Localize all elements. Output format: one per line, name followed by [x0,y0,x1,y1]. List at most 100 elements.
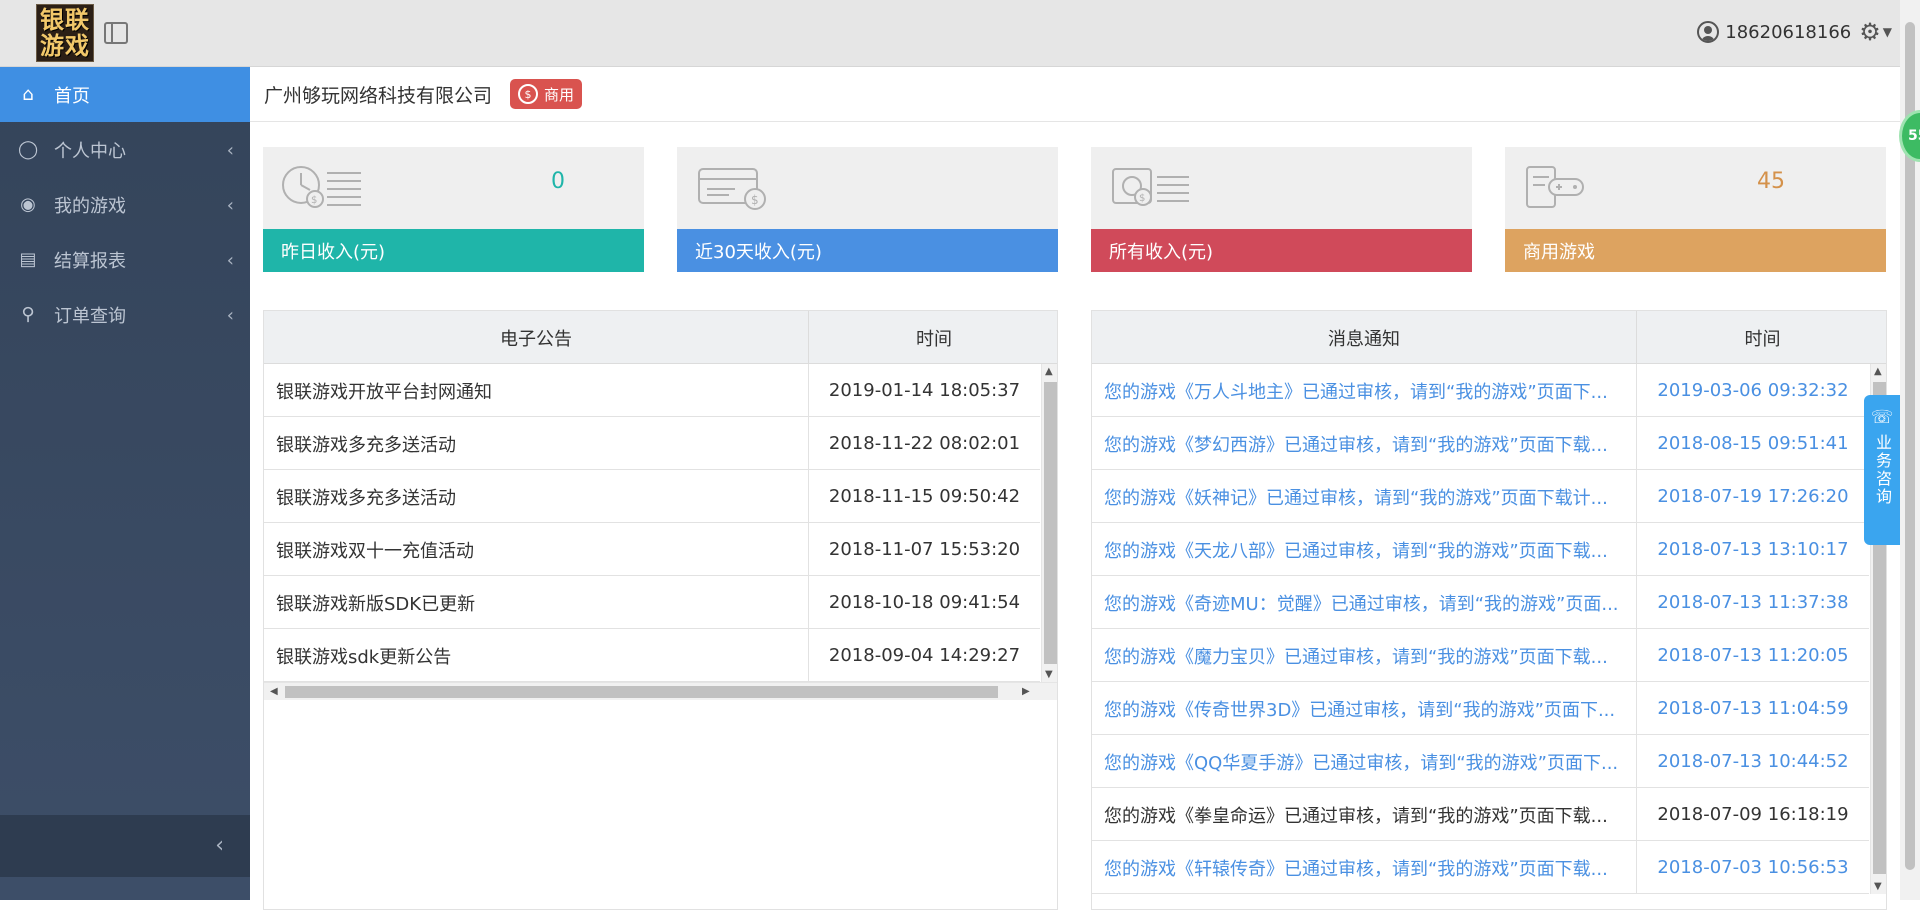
document-icon: ▤ [19,249,37,270]
stat-card-footer: 近30天收入(元) [677,229,1058,272]
message-title-link[interactable]: 您的游戏《万人斗地主》已通过审核，请到“我的游戏”页面下... [1092,364,1637,417]
svg-text:$: $ [751,193,759,207]
announcement-title[interactable]: 银联游戏新版SDK已更新 [264,576,809,629]
announcement-time: 2019-01-14 18:05:37 [828,380,1021,401]
stat-card-total-income[interactable]: $ 所有收入(元) [1091,147,1472,272]
table-row[interactable]: 您的游戏《万人斗地主》已通过审核，请到“我的游戏”页面下... 2019-03-… [1092,364,1869,417]
table-row[interactable]: 银联游戏多充多送活动 2018-11-15 09:50:42 [264,470,1040,523]
stat-card-yesterday-income[interactable]: $ 0 昨日收入(元) [263,147,644,272]
message-title-link[interactable]: 您的游戏《QQ华夏手游》已通过审核，请到“我的游戏”页面下... [1092,735,1637,788]
gamepad-icon: ◉ [20,194,36,215]
announcement-title[interactable]: 银联游戏sdk更新公告 [264,629,809,682]
stat-label: 商用游戏 [1523,241,1595,263]
message-panel: 消息通知 时间 您的游戏《万人斗地主》已通过审核，请到“我的游戏”页面下... … [1091,310,1887,910]
safe-money-icon: $ [1112,168,1189,206]
home-icon: ⌂ [22,84,34,105]
sidebar-item-label: 个人中心 [54,140,126,162]
announcement-title[interactable]: 银联游戏双十一充值活动 [264,523,809,576]
sidebar-item-order-query[interactable]: ⚲ 订单查询 ‹ [0,287,250,342]
floating-badge-number: 55 [1908,128,1920,144]
message-title-link[interactable]: 您的游戏《魔力宝贝》已通过审核，请到“我的游戏”页面下载... [1092,629,1637,682]
table-row[interactable]: 银联游戏sdk更新公告 2018-09-04 14:29:27 [264,629,1040,682]
top-bar: 银联 游戏 18620618166 ⚙ ▼ [0,0,1920,67]
stat-card-30day-income[interactable]: $ 近30天收入(元) [677,147,1058,272]
table-row[interactable]: 银联游戏开放平台封网通知 2019-01-14 18:05:37 [264,364,1040,417]
message-time: 2018-07-13 11:04:59 [1657,698,1849,719]
announcement-time: 2018-10-18 09:41:54 [828,592,1021,613]
message-time: 2019-03-06 09:32:32 [1657,380,1849,401]
table-row[interactable]: 您的游戏《梦幻西游》已通过审核，请到“我的游戏”页面下载... 2018-08-… [1092,417,1869,470]
brand-logo[interactable]: 银联 游戏 [36,4,94,62]
table-row[interactable]: 您的游戏《魔力宝贝》已通过审核，请到“我的游戏”页面下载... 2018-07-… [1092,629,1869,682]
table-row[interactable]: 您的游戏《QQ华夏手游》已通过审核，请到“我的游戏”页面下... 2018-07… [1092,735,1869,788]
business-consult-button[interactable]: ☏ 业务咨询 [1864,395,1900,545]
consult-label: 业务咨询 [1873,434,1892,506]
caret-down-icon[interactable]: ▼ [1883,25,1892,39]
scrollbar-thumb[interactable] [285,686,998,698]
table-row[interactable]: 您的游戏《奇迹MU：觉醒》已通过审核，请到“我的游戏”页面... 2018-07… [1092,576,1869,629]
message-title-link[interactable]: 您的游戏《奇迹MU：觉醒》已通过审核，请到“我的游戏”页面... [1092,576,1637,629]
announcement-title[interactable]: 银联游戏多充多送活动 [264,417,809,470]
table-row[interactable]: 您的游戏《天龙八部》已通过审核，请到“我的游戏”页面下载... 2018-07-… [1092,523,1869,576]
table-row[interactable]: 您的游戏《传奇世界3D》已通过审核，请到“我的游戏”页面下... 2018-07… [1092,682,1869,735]
badge-label: 商用 [544,85,575,104]
table-row[interactable]: 您的游戏《妖神记》已通过审核，请到“我的游戏”页面下载计... 2018-07-… [1092,470,1869,523]
column-header-announcement[interactable]: 电子公告 [264,311,809,364]
announcement-time: 2018-11-22 08:02:01 [828,433,1021,454]
sidebar-toggle-icon[interactable] [104,22,128,44]
stat-label: 所有收入(元) [1109,241,1214,263]
message-title-link[interactable]: 您的游戏《天龙八部》已通过审核，请到“我的游戏”页面下载... [1092,523,1637,576]
sidebar-item-personal-center[interactable]: ◯ 个人中心 ‹ [0,122,250,177]
announcement-title[interactable]: 银联游戏多充多送活动 [264,470,809,523]
user-icon: ◯ [18,139,39,160]
scroll-up-arrow-icon[interactable]: ▲ [1045,366,1053,377]
stat-card-commercial-games[interactable]: 45 商用游戏 [1505,147,1886,272]
search-icon: ⚲ [21,304,35,325]
column-header-message[interactable]: 消息通知 [1092,311,1637,364]
announcement-horizontal-scrollbar[interactable]: ◀ ▶ [264,682,1057,700]
sidebar-footer: ‹ [0,815,250,877]
stat-label: 昨日收入(元) [281,241,386,263]
message-time: 2018-07-09 16:18:19 [1657,804,1849,825]
table-row[interactable]: 银联游戏多充多送活动 2018-11-22 08:02:01 [264,417,1040,470]
user-menu[interactable]: 18620618166 ⚙ ▼ [1697,18,1892,46]
clock-money-icon: $ [282,166,361,208]
announcement-time: 2018-11-15 09:50:42 [828,486,1021,507]
sidebar-item-label: 订单查询 [54,305,126,327]
sidebar-item-home[interactable]: ⌂ 首页 [0,67,250,122]
announcement-vertical-scrollbar[interactable]: ▲ ▼ [1041,364,1057,682]
scroll-down-arrow-icon[interactable]: ▼ [1874,881,1882,892]
table-row[interactable]: 您的游戏《拳皇命运》已通过审核，请到“我的游戏”页面下载... 2018-07-… [1092,788,1869,841]
stat-card-footer: 昨日收入(元) [263,229,644,272]
scrollbar-thumb[interactable] [1044,382,1057,664]
table-row[interactable]: 您的游戏《轩辕传奇》已通过审核，请到“我的游戏”页面下载... 2018-07-… [1092,841,1869,894]
content-header: 广州够玩网络科技有限公司 $ 商用 [250,67,1900,122]
sidebar-item-label: 首页 [54,85,90,107]
gear-icon[interactable]: ⚙ [1859,20,1881,44]
message-title-link[interactable]: 您的游戏《传奇世界3D》已通过审核，请到“我的游戏”页面下... [1092,682,1637,735]
company-name: 广州够玩网络科技有限公司 [264,84,493,107]
sidebar-item-settlement-report[interactable]: ▤ 结算报表 ‹ [0,232,250,287]
message-time: 2018-08-15 09:51:41 [1657,433,1849,454]
message-time: 2018-07-19 17:26:20 [1657,486,1849,507]
message-title-link[interactable]: 您的游戏《拳皇命运》已通过审核，请到“我的游戏”页面下载... [1092,788,1637,841]
message-title-link[interactable]: 您的游戏《梦幻西游》已通过审核，请到“我的游戏”页面下载... [1092,417,1637,470]
scroll-right-arrow-icon[interactable]: ▶ [1022,686,1030,697]
column-header-time[interactable]: 时间 [1637,311,1886,364]
column-header-time[interactable]: 时间 [809,311,1057,364]
table-row[interactable]: 银联游戏新版SDK已更新 2018-10-18 09:41:54 [264,576,1040,629]
announcement-title[interactable]: 银联游戏开放平台封网通知 [264,364,809,417]
collapse-sidebar-icon[interactable]: ‹ [215,833,224,858]
sidebar-item-my-games[interactable]: ◉ 我的游戏 ‹ [0,177,250,232]
logo-text-top: 银联 [40,6,90,34]
table-row[interactable]: 银联游戏双十一充值活动 2018-11-07 15:53:20 [264,523,1040,576]
scroll-down-arrow-icon[interactable]: ▼ [1045,669,1053,680]
message-title-link[interactable]: 您的游戏《轩辕传奇》已通过审核，请到“我的游戏”页面下载... [1092,841,1637,894]
stat-value: 0 [551,169,565,194]
sidebar-item-label: 我的游戏 [54,195,126,217]
chevron-left-icon: ‹ [226,250,234,271]
scroll-left-arrow-icon[interactable]: ◀ [270,686,278,697]
message-time: 2018-07-03 10:56:53 [1657,857,1849,878]
scroll-up-arrow-icon[interactable]: ▲ [1874,366,1882,377]
message-title-link[interactable]: 您的游戏《妖神记》已通过审核，请到“我的游戏”页面下载计... [1092,470,1637,523]
